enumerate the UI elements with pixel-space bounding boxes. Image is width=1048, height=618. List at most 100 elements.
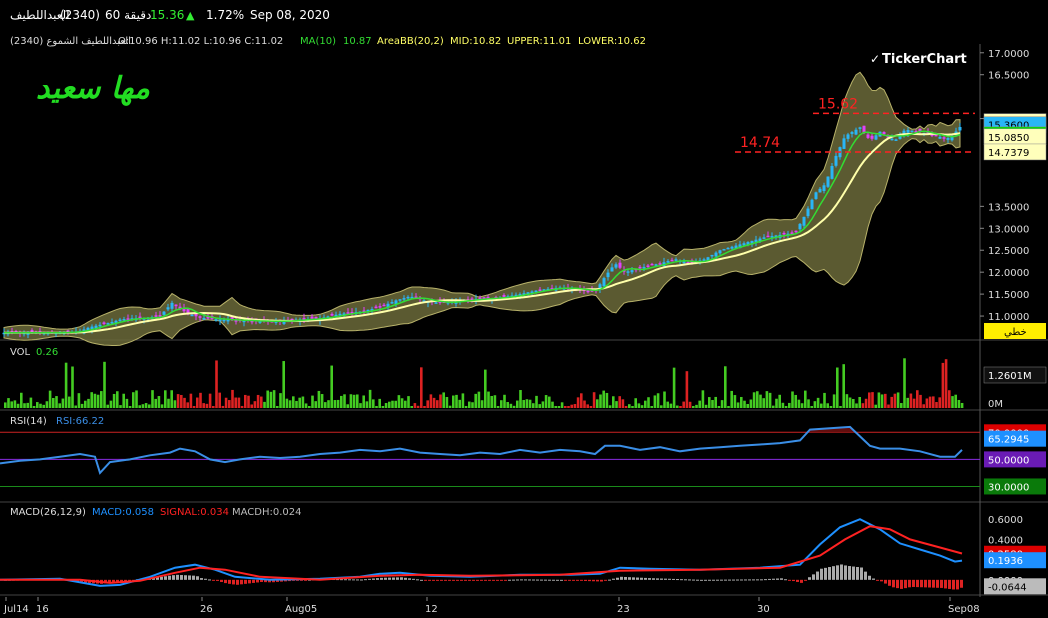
volume-bar	[400, 398, 404, 408]
macd-histogram-bar	[840, 564, 843, 580]
y-tick-label: 13.0000	[988, 224, 1029, 235]
macd-histogram-bar	[168, 575, 171, 580]
macd-axis-label: 0.6000	[988, 515, 1023, 526]
macd-histogram-bar	[236, 579, 239, 585]
x-tick-label: Aug05	[285, 604, 317, 615]
candle-body	[122, 319, 126, 321]
candle-body	[618, 262, 622, 268]
volume-bar	[71, 366, 74, 408]
macd-histogram-bar	[192, 575, 195, 580]
macd-histogram-bar	[244, 579, 247, 584]
volume-bar	[813, 401, 817, 408]
macd-histogram-bar	[208, 579, 211, 581]
volume-bar	[170, 390, 173, 408]
volume-bar	[468, 401, 471, 408]
bb-mid: MID:10.82	[450, 36, 502, 47]
candle-body	[942, 137, 946, 139]
macd-histogram-bar	[456, 579, 459, 581]
macd-histogram-bar	[248, 579, 251, 584]
candle-body	[882, 131, 886, 135]
volume-bar	[288, 400, 292, 408]
macd-histogram-bar	[348, 579, 351, 581]
volume-bar	[36, 402, 39, 408]
volume-bar	[820, 403, 823, 408]
macd-histogram-bar	[656, 578, 659, 580]
volume-bar	[778, 394, 781, 408]
volume-bar	[330, 365, 333, 408]
macd-histogram-bar	[592, 579, 595, 582]
candle-body	[102, 322, 106, 324]
x-tick-label: Jul14	[3, 604, 29, 615]
candle-body	[186, 309, 190, 313]
macd-histogram-bar	[480, 579, 483, 581]
macd-histogram-bar	[876, 579, 879, 581]
macd-histogram-bar	[960, 579, 963, 588]
macd-histogram-bar	[932, 579, 935, 588]
volume-bar	[880, 394, 884, 408]
candle-body	[730, 246, 734, 249]
candle-body	[890, 138, 894, 141]
y-tick-label: 12.0000	[988, 268, 1029, 279]
macd-histogram-bar	[936, 579, 939, 588]
volume-value: 0.26	[36, 347, 58, 358]
macd-histogram-bar	[204, 578, 207, 580]
price-tag-label: 15.0850	[988, 133, 1029, 144]
volume-bar	[954, 394, 957, 408]
volume-bar	[176, 394, 180, 408]
macd-histogram-bar	[460, 579, 463, 581]
candle-body	[874, 135, 878, 140]
volume-bar	[148, 404, 151, 408]
volume-bar	[810, 406, 813, 408]
candle-body	[214, 319, 218, 321]
volume-bar	[4, 402, 7, 408]
volume-bar	[157, 396, 161, 408]
price-chart-canvas[interactable]: 15.6214.7417.000016.500015.500013.500013…	[0, 0, 1048, 618]
macd-histogram-bar	[508, 579, 511, 581]
macd-histogram-bar	[172, 575, 175, 580]
macd-histogram-bar	[616, 577, 619, 580]
macd-histogram-bar	[780, 578, 783, 580]
macd-histogram-bar	[176, 574, 179, 580]
volume-bar	[250, 404, 253, 408]
candle-body	[858, 127, 862, 129]
candle-body	[398, 299, 402, 301]
volume-bar	[141, 404, 145, 408]
volume-bar	[29, 397, 33, 408]
volume-bar	[957, 399, 961, 408]
series-label: العبداللطيف الشموع (2340)	[10, 36, 131, 47]
macd-histogram-bar	[928, 579, 931, 588]
macd-histogram-bar	[816, 571, 819, 580]
volume-bar	[516, 400, 519, 408]
candle-body	[822, 185, 826, 192]
volume-bar	[311, 395, 314, 408]
macd-histogram-bar	[812, 574, 815, 580]
volume-bar	[663, 391, 666, 408]
volume-bar	[164, 390, 167, 408]
volume-bar	[602, 390, 605, 408]
candle-body	[190, 314, 194, 317]
volume-bar	[336, 399, 340, 408]
volume-bar	[653, 395, 657, 408]
macd-histogram-bar	[912, 579, 915, 587]
volume-bar	[532, 403, 535, 408]
macd-histogram-bar	[900, 579, 903, 589]
macd-histogram-bar	[396, 577, 399, 580]
macd-histogram-bar	[544, 579, 547, 581]
interval-label[interactable]: 60 دقيقة	[105, 8, 151, 22]
volume-bar	[420, 367, 423, 408]
volume-bar	[240, 405, 244, 408]
macd-histogram-bar	[868, 575, 871, 580]
y-tick-label: 17.0000	[988, 49, 1029, 60]
macd-histogram-bar	[424, 579, 427, 581]
annotation-label: 15.62	[818, 96, 858, 112]
rsi-tag-label: 50.0000	[988, 455, 1029, 466]
macd-histogram-bar	[752, 579, 755, 581]
macd-histogram-bar	[904, 579, 907, 589]
macd-histogram-bar	[948, 579, 951, 589]
volume-bar	[928, 396, 932, 408]
bb-label[interactable]: AreaBB(20,2)	[377, 36, 444, 47]
candle-body	[946, 138, 950, 140]
candle-body	[866, 134, 870, 138]
volume-bar	[567, 406, 570, 408]
ma-label[interactable]: MA(10)	[300, 36, 336, 47]
